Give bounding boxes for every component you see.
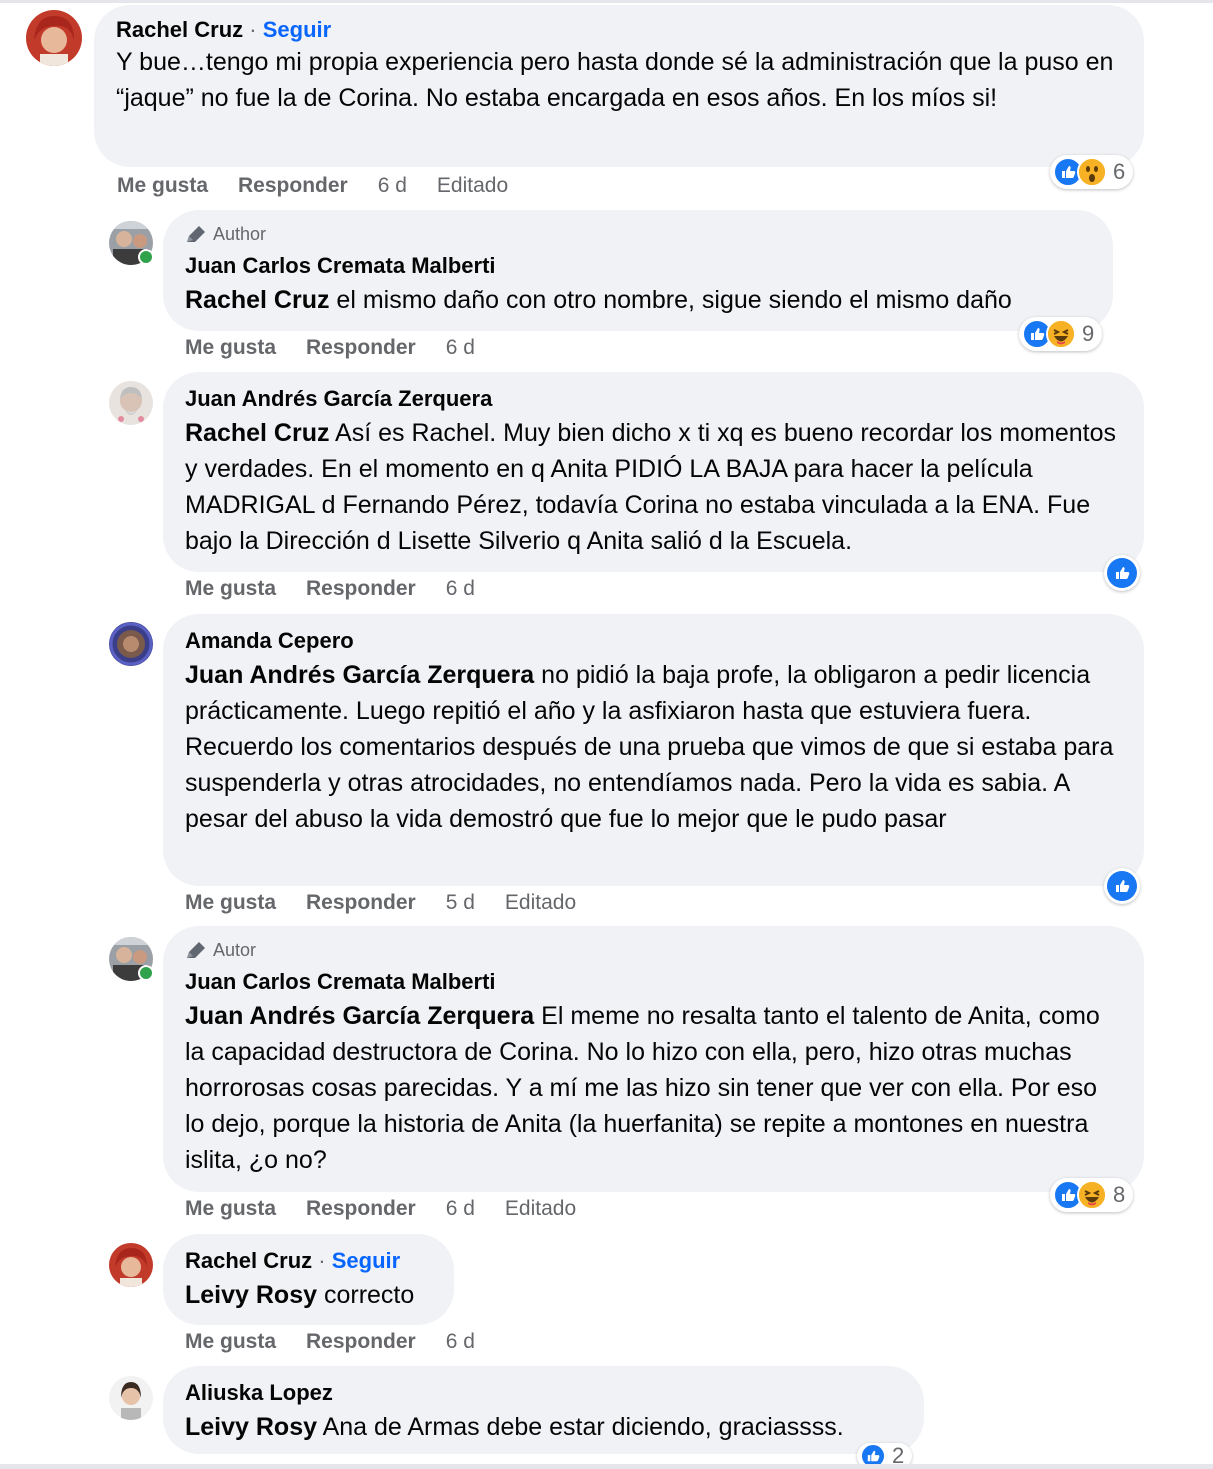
author-badge: Author — [185, 222, 1091, 246]
avatar[interactable] — [109, 1376, 153, 1420]
mention-link[interactable]: Leivy Rosy — [185, 1281, 317, 1309]
comment-author-name[interactable]: Aliuska Lopez — [185, 1380, 333, 1405]
reaction-summary[interactable] — [1104, 868, 1140, 904]
comment-actions: Me gusta Responder 6 d Editado — [185, 1195, 576, 1223]
follow-button[interactable]: Seguir — [263, 17, 331, 42]
comment-timestamp[interactable]: 6 d — [446, 334, 475, 362]
comment-timestamp[interactable]: 5 d — [446, 889, 475, 917]
comment-author-name[interactable]: Rachel Cruz — [185, 1248, 312, 1273]
comment-text: correcto — [317, 1281, 415, 1309]
like-button[interactable]: Me gusta — [185, 334, 276, 362]
haha-icon — [1077, 1180, 1107, 1210]
author-badge: Autor — [185, 938, 1122, 962]
haha-icon — [1046, 319, 1076, 349]
comment-bubble: Autor Juan Carlos Cremata Malberti Juan … — [163, 926, 1144, 1192]
comment-actions: Me gusta Responder 6 d — [185, 1328, 475, 1356]
top-divider — [0, 0, 1213, 3]
online-status-icon — [138, 965, 154, 981]
reply-button[interactable]: Responder — [306, 1328, 416, 1356]
separator-dot: · — [318, 1248, 326, 1273]
avatar[interactable] — [109, 381, 153, 425]
like-button[interactable]: Me gusta — [185, 1328, 276, 1356]
like-button[interactable]: Me gusta — [117, 172, 208, 200]
comment-bubble: Juan Andrés García Zerquera Rachel Cruz … — [163, 372, 1144, 572]
like-button[interactable]: Me gusta — [185, 889, 276, 917]
avatar[interactable] — [26, 10, 82, 66]
avatar[interactable] — [109, 1243, 153, 1287]
online-status-icon — [138, 249, 154, 265]
reply-button[interactable]: Responder — [306, 575, 416, 603]
edited-label[interactable]: Editado — [437, 172, 508, 200]
mention-link[interactable]: Leivy Rosy — [185, 1413, 317, 1441]
follow-button[interactable]: Seguir — [332, 1248, 400, 1273]
comment-bubble: Rachel Cruz · Seguir Leivy Rosy correcto — [163, 1234, 454, 1325]
reaction-summary[interactable]: 9 — [1019, 317, 1103, 351]
comment-author-name[interactable]: Juan Carlos Cremata Malberti — [185, 969, 496, 994]
comment-actions: Me gusta Responder 5 d Editado — [185, 889, 576, 917]
reaction-summary[interactable]: 8 — [1050, 1178, 1134, 1212]
edited-label[interactable]: Editado — [505, 889, 576, 917]
reply-button[interactable]: Responder — [306, 889, 416, 917]
like-button[interactable]: Me gusta — [185, 1195, 276, 1223]
comment-text: Y bue…tengo mi propia experiencia pero h… — [116, 48, 1114, 112]
reply-button[interactable]: Responder — [238, 172, 348, 200]
comment-timestamp[interactable]: 6 d — [446, 575, 475, 603]
like-icon — [1107, 558, 1137, 588]
comment-timestamp[interactable]: 6 d — [378, 172, 407, 200]
reaction-summary[interactable] — [1104, 555, 1140, 591]
edited-label[interactable]: Editado — [505, 1195, 576, 1223]
comment-actions: Me gusta Responder 6 d Editado — [117, 172, 508, 200]
comment-bubble: Author Juan Carlos Cremata Malberti Rach… — [163, 210, 1113, 331]
separator-dot: · — [249, 17, 257, 42]
comment-timestamp[interactable]: 6 d — [446, 1195, 475, 1223]
author-badge-label: Author — [213, 224, 267, 244]
mention-link[interactable]: Juan Andrés García Zerquera — [185, 661, 534, 689]
comment-bubble: Amanda Cepero Juan Andrés García Zerquer… — [163, 614, 1144, 886]
pencil-icon — [187, 226, 205, 242]
comment-text: el mismo daño con otro nombre, sigue sie… — [329, 286, 1012, 314]
comment-author-name[interactable]: Juan Andrés García Zerquera — [185, 386, 492, 411]
mention-link[interactable]: Rachel Cruz — [185, 286, 329, 314]
bottom-divider — [0, 1464, 1213, 1469]
comment-author-name[interactable]: Amanda Cepero — [185, 628, 354, 653]
reaction-count: 8 — [1113, 1182, 1126, 1207]
reaction-count: 9 — [1082, 321, 1095, 346]
comment-author-name[interactable]: Rachel Cruz — [116, 17, 243, 42]
reaction-summary[interactable]: 6 — [1050, 155, 1134, 189]
mention-link[interactable]: Rachel Cruz — [185, 419, 329, 447]
comment-bubble: Rachel Cruz · Seguir Y bue…tengo mi prop… — [94, 5, 1144, 167]
reply-button[interactable]: Responder — [306, 1195, 416, 1223]
pencil-icon — [187, 942, 205, 958]
comment-timestamp[interactable]: 6 d — [446, 1328, 475, 1356]
wow-icon — [1077, 157, 1107, 187]
comment-author-name[interactable]: Juan Carlos Cremata Malberti — [185, 253, 496, 278]
comment-actions: Me gusta Responder 6 d — [185, 575, 475, 603]
reaction-count: 6 — [1113, 159, 1126, 184]
comment-text: Ana de Armas debe estar diciendo, gracia… — [317, 1413, 844, 1441]
avatar[interactable] — [109, 622, 153, 666]
mention-link[interactable]: Juan Andrés García Zerquera — [185, 1002, 534, 1030]
like-button[interactable]: Me gusta — [185, 575, 276, 603]
reply-button[interactable]: Responder — [306, 334, 416, 362]
like-icon — [1107, 871, 1137, 901]
comment-actions: Me gusta Responder 6 d — [185, 334, 475, 362]
comment-bubble: Aliuska Lopez Leivy Rosy Ana de Armas de… — [163, 1366, 924, 1454]
author-badge-label: Autor — [213, 940, 257, 960]
